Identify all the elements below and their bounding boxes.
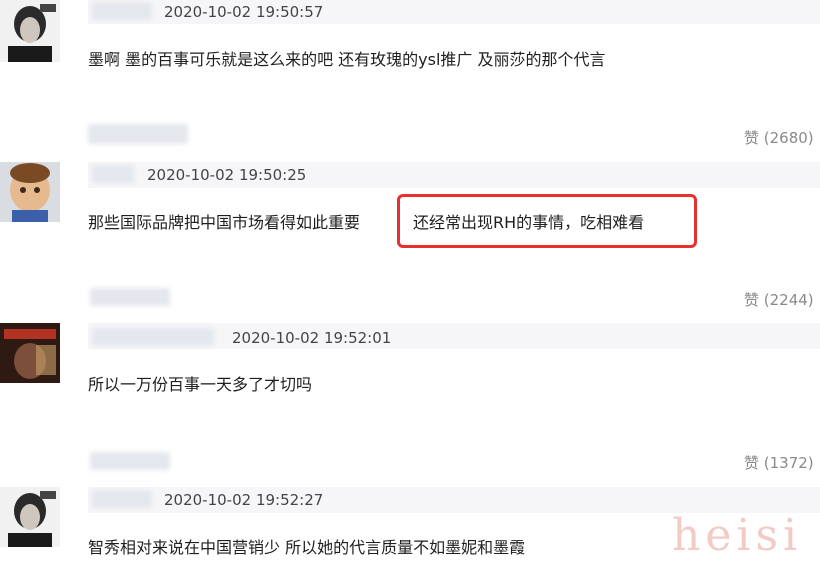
like-count[interactable]: 赞 (1372): [744, 453, 814, 473]
avatar-image: [0, 0, 60, 62]
comment-timestamp: 2020-10-02 19:50:57: [164, 3, 324, 21]
blurred-username: [92, 165, 134, 183]
comment-timestamp: 2020-10-02 19:50:25: [147, 166, 307, 184]
avatar[interactable]: [0, 487, 60, 547]
comment-text: 智秀相对来说在中国营销少 所以她的代言质量不如墨妮和墨霞: [88, 538, 526, 557]
avatar[interactable]: [0, 323, 60, 383]
blurred-reply-name: [88, 124, 188, 144]
blurred-username: [92, 2, 152, 20]
like-count[interactable]: 赞 (2244): [744, 290, 814, 310]
avatar[interactable]: [0, 162, 60, 222]
like-count[interactable]: 赞 (2680): [744, 128, 814, 148]
avatar[interactable]: [0, 0, 60, 62]
comment-text: 那些国际品牌把中国市场看得如此重要: [88, 213, 361, 232]
blurred-reply-name: [90, 288, 170, 306]
comment-text: 所以一万份百事一天多了才切吗: [88, 375, 313, 394]
comment-timestamp: 2020-10-02 19:52:01: [232, 329, 392, 347]
blurred-username: [92, 490, 152, 508]
watermark: heisi: [672, 510, 803, 561]
blurred-username: [92, 328, 214, 346]
comment-text-highlighted: 还经常出现RH的事情，吃相难看: [413, 213, 645, 232]
avatar-image: [0, 487, 60, 547]
avatar-image: [0, 323, 60, 383]
blurred-reply-name: [90, 452, 170, 470]
comment-timestamp: 2020-10-02 19:52:27: [164, 491, 324, 509]
avatar-image: [0, 162, 60, 222]
comment-text: 墨啊 墨的百事可乐就是这么来的吧 还有玫瑰的ysl推广 及丽莎的那个代言: [88, 50, 606, 69]
